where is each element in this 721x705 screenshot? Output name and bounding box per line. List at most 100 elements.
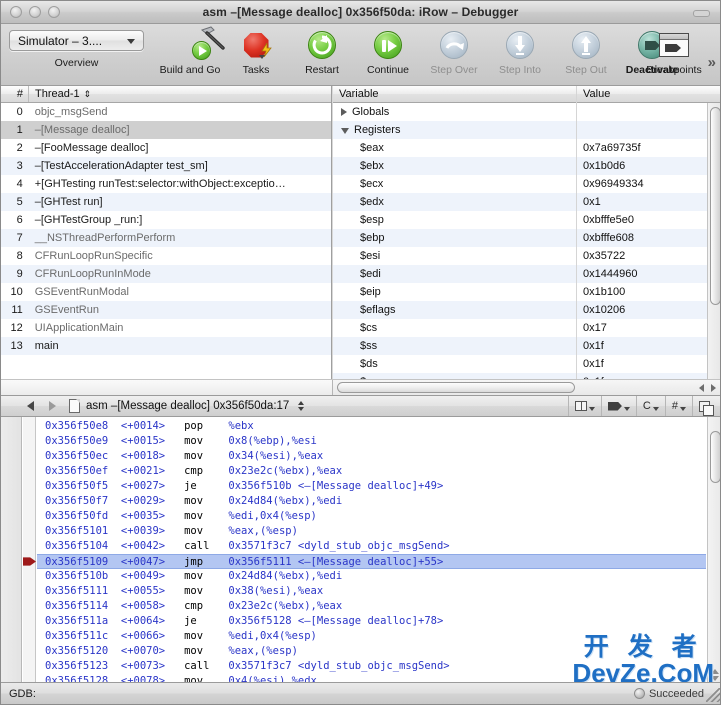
variable-value[interactable]: 0x1444960 bbox=[576, 268, 637, 280]
disassembly-line[interactable]: 0x356f5109 <+0047> jmp 0x356f5111 <–[Mes… bbox=[37, 554, 706, 569]
toolbar-button-step-into[interactable]: Step Into bbox=[487, 27, 553, 83]
scroll-up-icon[interactable] bbox=[711, 669, 719, 674]
variables-hscroll-thumb[interactable] bbox=[337, 382, 575, 393]
disassembly-line[interactable]: 0x356f50ef <+0021> cmp 0x23e2c(%ebx),%ea… bbox=[37, 464, 706, 479]
disassembly-line[interactable]: 0x356f5120 <+0070> mov %eax,(%esp) bbox=[37, 644, 706, 659]
stack-frame-row[interactable]: 13 main bbox=[1, 337, 331, 355]
variable-value[interactable]: 0xbfffe5e0 bbox=[576, 214, 634, 226]
stack-frame-row[interactable]: 4 +[GHTesting runTest:selector:withObject… bbox=[1, 175, 331, 193]
forward-button[interactable] bbox=[41, 396, 63, 416]
disassembly-line[interactable]: 0x356f5101 <+0039> mov %eax,(%esp) bbox=[37, 524, 706, 539]
disassembly-line[interactable]: 0x356f510b <+0049> mov 0x24d84(%ebx),%ed… bbox=[37, 569, 706, 584]
disassembly-code[interactable]: 0x356f50e8 <+0014> pop %ebx 0x356f50e9 <+… bbox=[37, 419, 706, 683]
variable-value[interactable]: 0x7a69735f bbox=[576, 142, 641, 154]
scheme-popup-button[interactable]: Simulator – 3.... bbox=[9, 30, 144, 51]
variable-value[interactable]: 0x1f bbox=[576, 340, 604, 352]
breadcrumb[interactable]: asm –[Message dealloc] 0x356f50da:17 bbox=[86, 400, 289, 412]
chevron-down-icon[interactable] bbox=[258, 55, 265, 59]
toolbar-button-breakpoints[interactable]: Breakpoints bbox=[641, 27, 707, 83]
disassembly-line[interactable]: 0x356f50ec <+0018> mov 0x34(%esi),%eax bbox=[37, 449, 706, 464]
variable-row[interactable]: $eip 0x1b100 bbox=[333, 283, 720, 301]
variable-value[interactable]: 0x1f bbox=[576, 358, 604, 370]
variable-row[interactable]: $cs 0x17 bbox=[333, 319, 720, 337]
stack-frame-row[interactable]: 2 –[FooMessage dealloc] bbox=[1, 139, 331, 157]
variables-horizontal-scrollbar[interactable] bbox=[333, 380, 720, 395]
scroll-down-icon[interactable] bbox=[711, 676, 719, 681]
scroll-left-icon[interactable] bbox=[699, 384, 704, 392]
stepper-up-icon[interactable] bbox=[298, 401, 305, 405]
variables-vertical-scrollbar[interactable] bbox=[707, 103, 720, 396]
disassembly-line[interactable]: 0x356f5114 <+0058> cmp 0x23e2c(%ebx),%ea… bbox=[37, 599, 706, 614]
disassembly-line[interactable]: 0x356f50f5 <+0027> je 0x356f510b <–[Mess… bbox=[37, 479, 706, 494]
variables-header-value[interactable]: Value bbox=[577, 86, 720, 102]
disclosure-open-icon[interactable] bbox=[341, 127, 349, 134]
variable-row[interactable]: $esp 0xbfffe5e0 bbox=[333, 211, 720, 229]
variable-value[interactable]: 0x96949334 bbox=[576, 178, 644, 190]
variable-row[interactable]: $eax 0x7a69735f bbox=[333, 139, 720, 157]
variable-value[interactable]: 0xbfffe608 bbox=[576, 232, 634, 244]
scroll-right-icon[interactable] bbox=[711, 384, 716, 392]
toolbar-button-tasks[interactable]: Tasks bbox=[223, 27, 289, 83]
disassembly-scroll-arrows[interactable] bbox=[711, 669, 719, 681]
variable-row[interactable]: $ebx 0x1b0d6 bbox=[333, 157, 720, 175]
stack-header-number[interactable]: # bbox=[1, 86, 28, 102]
stack-header-thread[interactable]: Thread-1 ⇕ bbox=[29, 86, 331, 102]
disassembly-line[interactable]: 0x356f5123 <+0073> call 0x3571f3c7 <dyld… bbox=[37, 659, 706, 674]
variable-value[interactable]: 0x17 bbox=[576, 322, 607, 334]
split-editor-button[interactable] bbox=[692, 396, 716, 416]
resize-grip[interactable] bbox=[706, 688, 720, 702]
variable-value[interactable]: 0x1 bbox=[576, 196, 601, 208]
stack-frame-row[interactable]: 9 CFRunLoopRunInMode bbox=[1, 265, 331, 283]
variable-row[interactable]: $edi 0x1444960 bbox=[333, 265, 720, 283]
variable-row[interactable]: $ds 0x1f bbox=[333, 355, 720, 373]
toolbar-button-continue[interactable]: Continue bbox=[355, 27, 421, 83]
stack-frame-row[interactable]: 10 GSEventRunModal bbox=[1, 283, 331, 301]
bookmarks-popup-button[interactable] bbox=[567, 396, 601, 416]
disassembly-vertical-scrollbar[interactable] bbox=[707, 417, 720, 683]
variable-row[interactable]: Globals bbox=[333, 103, 720, 121]
stepper-down-icon[interactable] bbox=[298, 407, 305, 411]
variable-row[interactable]: $esi 0x35722 bbox=[333, 247, 720, 265]
stack-frame-row[interactable]: 8 CFRunLoopRunSpecific bbox=[1, 247, 331, 265]
variable-value[interactable]: 0x10206 bbox=[576, 304, 625, 316]
disassembly-breakpoint-gutter[interactable] bbox=[1, 417, 22, 683]
stack-frame-row[interactable]: 1 –[Message dealloc] bbox=[1, 121, 331, 139]
variable-row[interactable]: $eflags 0x10206 bbox=[333, 301, 720, 319]
disassembly-line[interactable]: 0x356f50e9 <+0015> mov 0x8(%ebp),%esi bbox=[37, 434, 706, 449]
toolbar-button-step-out[interactable]: Step Out bbox=[553, 27, 619, 83]
variable-value[interactable]: 0x1b100 bbox=[576, 286, 625, 298]
variables-hscroll-arrows[interactable] bbox=[699, 384, 716, 392]
variable-value[interactable]: 0x1b0d6 bbox=[576, 160, 625, 172]
variable-row[interactable]: Registers bbox=[333, 121, 720, 139]
toolbar-overflow-icon[interactable]: » bbox=[708, 54, 716, 71]
toolbar-button-step-over[interactable]: Step Over bbox=[421, 27, 487, 83]
variable-value[interactable]: 0x35722 bbox=[576, 250, 625, 262]
disassembly-fold-gutter[interactable] bbox=[23, 417, 36, 683]
disassembly-line[interactable]: 0x356f5111 <+0055> mov 0x38(%esi),%eax bbox=[37, 584, 706, 599]
disassembly-line[interactable]: 0x356f50fd <+0035> mov %edi,0x4(%esp) bbox=[37, 509, 706, 524]
breadcrumb-stepper-icon[interactable] bbox=[298, 401, 305, 411]
back-button[interactable] bbox=[19, 396, 41, 416]
stack-frame-row[interactable]: 12 UIApplicationMain bbox=[1, 319, 331, 337]
disassembly-line[interactable]: 0x356f5104 <+0042> call 0x3571f3c7 <dyld… bbox=[37, 539, 706, 554]
class-browser-popup-button[interactable]: C bbox=[635, 396, 665, 416]
stack-frame-row[interactable]: 11 GSEventRun bbox=[1, 301, 331, 319]
line-number-popup-button[interactable]: # bbox=[664, 396, 692, 416]
disassembly-line[interactable]: 0x356f50e8 <+0014> pop %ebx bbox=[37, 419, 706, 434]
disassembly-line[interactable]: 0x356f511c <+0066> mov %edi,0x4(%esp) bbox=[37, 629, 706, 644]
disclosure-closed-icon[interactable] bbox=[341, 108, 347, 116]
variable-row[interactable]: $ss 0x1f bbox=[333, 337, 720, 355]
variable-row[interactable]: $ebp 0xbfffe608 bbox=[333, 229, 720, 247]
disassembly-line[interactable]: 0x356f511a <+0064> je 0x356f5128 <–[Mess… bbox=[37, 614, 706, 629]
stack-frame-row[interactable]: 5 –[GHTest run] bbox=[1, 193, 331, 211]
stack-frame-row[interactable]: 0 objc_msgSend bbox=[1, 103, 331, 121]
stack-frame-row[interactable]: 7 __NSThreadPerformPerform bbox=[1, 229, 331, 247]
toolbar-button-restart[interactable]: Restart bbox=[289, 27, 355, 83]
toolbar-button-build-and-go[interactable]: Build and Go bbox=[157, 26, 225, 83]
stack-frame-row[interactable]: 3 –[TestAccelerationAdapter test_sm] bbox=[1, 157, 331, 175]
variable-row[interactable]: $ecx 0x96949334 bbox=[333, 175, 720, 193]
toolbar-toggle-button[interactable] bbox=[693, 10, 710, 17]
disassembly-scroll-thumb[interactable] bbox=[710, 431, 720, 483]
stack-frame-row[interactable]: 6 –[GHTestGroup _run:] bbox=[1, 211, 331, 229]
disassembly-line[interactable]: 0x356f50f7 <+0029> mov 0x24d84(%ebx),%ed… bbox=[37, 494, 706, 509]
